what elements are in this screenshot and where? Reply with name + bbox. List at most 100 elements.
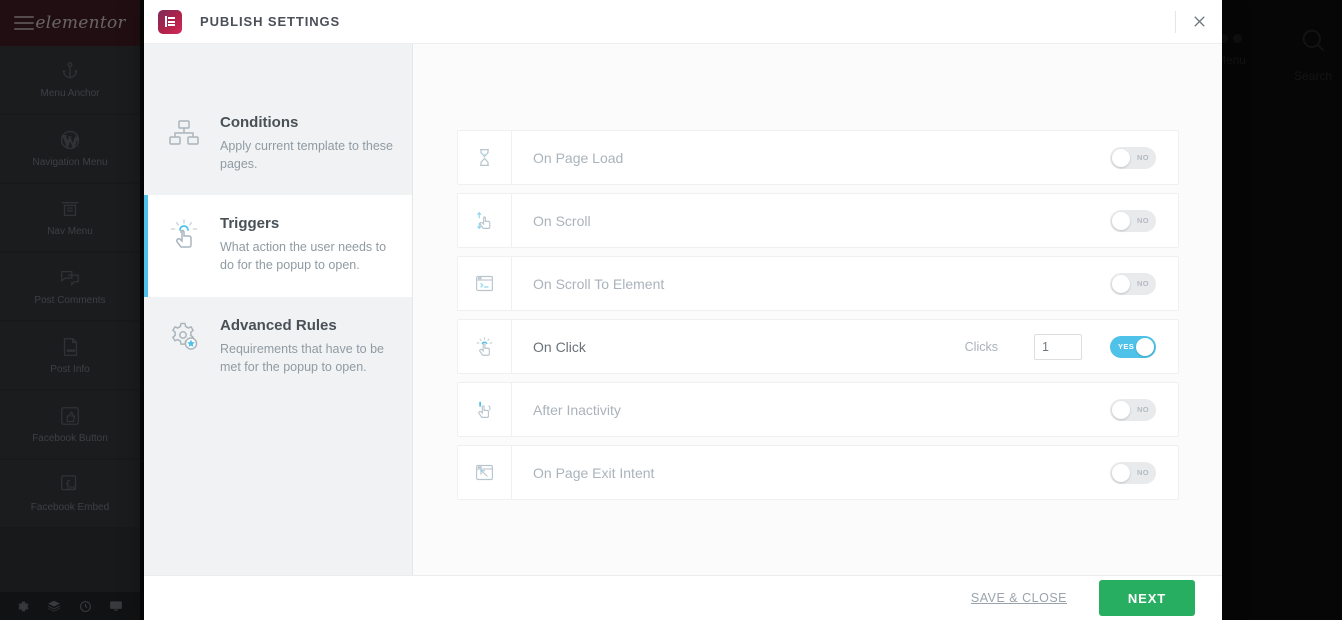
toggle-knob [1112,400,1130,419]
trigger-label: On Scroll [533,212,591,229]
idle-hand-icon [458,383,512,436]
close-icon[interactable] [1176,0,1222,44]
toggle-state-label: NO [1136,278,1149,288]
trigger-toggle[interactable]: NO [1110,209,1156,232]
widget-item-navigation-menu[interactable]: Navigation Menu [0,115,140,182]
nav-menu-icon [59,198,81,220]
anchor-icon [59,60,81,82]
site-top-nav: Menu Search [1216,26,1332,83]
sidebar-item-advanced-rules[interactable]: Advanced Rules Requirements that have to… [144,297,412,398]
next-button[interactable]: NEXT [1099,580,1195,616]
clicks-input[interactable] [1034,333,1082,360]
toggle-state-label: NO [1136,152,1149,162]
widget-label: Facebook Button [32,433,108,444]
site-nav-search-label: Search [1293,69,1332,83]
trigger-list: On Page Load NO On Scroll NO On Scroll T… [457,130,1179,500]
trigger-toggle[interactable]: YES [1110,335,1156,358]
layers-icon[interactable] [47,599,61,613]
elementor-brand-text: elementor [35,13,126,33]
toggle-state-label: NO [1136,215,1149,225]
sidebar-item-title: Triggers [220,215,280,233]
trigger-toggle[interactable]: NO [1110,272,1156,295]
modal-footer: SAVE & CLOSE NEXT [144,575,1222,620]
sidebar-item-text: Triggers What action the user needs to d… [220,215,394,274]
hamburger-icon[interactable] [14,12,34,34]
widget-item-post-info[interactable]: Post Info [0,322,140,389]
panel-header: elementor [0,0,140,46]
widget-label: Post Comments [34,295,106,306]
trigger-label: On Page Exit Intent [533,464,655,481]
elementor-widget-panel: elementor Menu Anchor Navigation Menu Na… [0,0,140,620]
sidebar-item-desc: What action the user needs to do for the… [220,240,387,273]
modal-header: PUBLISH SETTINGS [144,0,1222,44]
modal-header-actions [1175,0,1222,43]
exit-intent-icon [458,446,512,499]
toggle-knob [1112,274,1130,293]
sitemap-icon [164,114,204,173]
hourglass-icon [458,131,512,184]
browser-code-icon [458,257,512,310]
settings-sidebar: Conditions Apply current template to the… [144,44,413,575]
sidebar-item-desc: Apply current template to these pages. [220,139,394,172]
triggers-panel: On Page Load NO On Scroll NO On Scroll T… [413,44,1222,575]
settings-gear-icon[interactable] [17,600,30,613]
toggle-knob [1112,211,1130,230]
trigger-toggle[interactable]: NO [1110,461,1156,484]
toggle-state-label: NO [1136,404,1149,414]
trigger-label: On Page Load [533,149,624,166]
sidebar-item-conditions[interactable]: Conditions Apply current template to the… [144,94,412,195]
page-title: PUBLISH SETTINGS [200,14,341,29]
widget-label: Navigation Menu [32,157,108,168]
document-icon [59,336,81,358]
comments-icon [59,267,81,289]
widget-item-facebook-button[interactable]: Facebook Button [0,391,140,458]
toggle-knob [1112,148,1130,167]
search-icon [1299,26,1327,59]
trigger-label: On Scroll To Element [533,275,665,292]
screen: elementor Menu Anchor Navigation Menu Na… [0,0,1342,620]
sidebar-item-triggers[interactable]: Triggers What action the user needs to d… [144,195,412,297]
trigger-row-after-inactivity[interactable]: After Inactivity NO [457,382,1179,437]
trigger-row-on-page-load[interactable]: On Page Load NO [457,130,1179,185]
menu-dots-icon [1219,34,1243,43]
click-hand-icon [164,215,204,274]
facebook-embed-icon [59,474,81,496]
trigger-row-on-scroll[interactable]: On Scroll NO [457,193,1179,248]
wordpress-icon [59,129,81,151]
toggle-knob [1112,463,1130,482]
sidebar-item-text: Advanced Rules Requirements that have to… [220,317,394,376]
clicks-field-group: Clicks [964,333,1082,360]
trigger-row-on-page-exit-intent[interactable]: On Page Exit Intent NO [457,445,1179,500]
sidebar-item-title: Advanced Rules [220,316,337,334]
scroll-hand-icon [458,194,512,247]
widget-label: Facebook Embed [30,502,110,513]
sidebar-item-desc: Requirements that have to be met for the… [220,341,384,374]
trigger-toggle[interactable]: NO [1110,146,1156,169]
widget-item-menu-anchor[interactable]: Menu Anchor [0,46,140,113]
modal-body: Conditions Apply current template to the… [144,44,1222,575]
toggle-knob [1136,337,1154,356]
widget-item-facebook-embed[interactable]: Facebook Embed [0,460,140,527]
widget-list: Menu Anchor Navigation Menu Nav Menu Pos… [0,46,140,527]
widget-item-nav-menu[interactable]: Nav Menu [0,184,140,251]
trigger-label: On Click [533,338,586,355]
save-and-close-button[interactable]: SAVE & CLOSE [971,591,1067,605]
elementor-logo-icon [158,9,182,34]
trigger-label: After Inactivity [533,401,621,418]
clicks-label: Clicks [964,339,998,354]
publish-settings-modal: PUBLISH SETTINGS Conditions Apply curren… [144,0,1222,620]
trigger-row-on-click[interactable]: On Click Clicks YES [457,319,1179,374]
gear-star-icon [164,317,204,376]
trigger-toggle[interactable]: NO [1110,398,1156,421]
widget-label: Menu Anchor [40,88,100,99]
editor-bottom-toolbar [0,592,140,620]
click-hand-icon [458,320,512,373]
toggle-state-label: NO [1136,467,1149,477]
widget-label: Nav Menu [47,226,93,237]
widget-label: Post Info [50,364,90,375]
site-nav-search[interactable]: Search [1294,26,1332,83]
history-icon[interactable] [79,600,92,613]
preview-monitor-icon[interactable] [109,599,123,613]
widget-item-post-comments[interactable]: Post Comments [0,253,140,320]
trigger-row-on-scroll-to-element[interactable]: On Scroll To Element NO [457,256,1179,311]
